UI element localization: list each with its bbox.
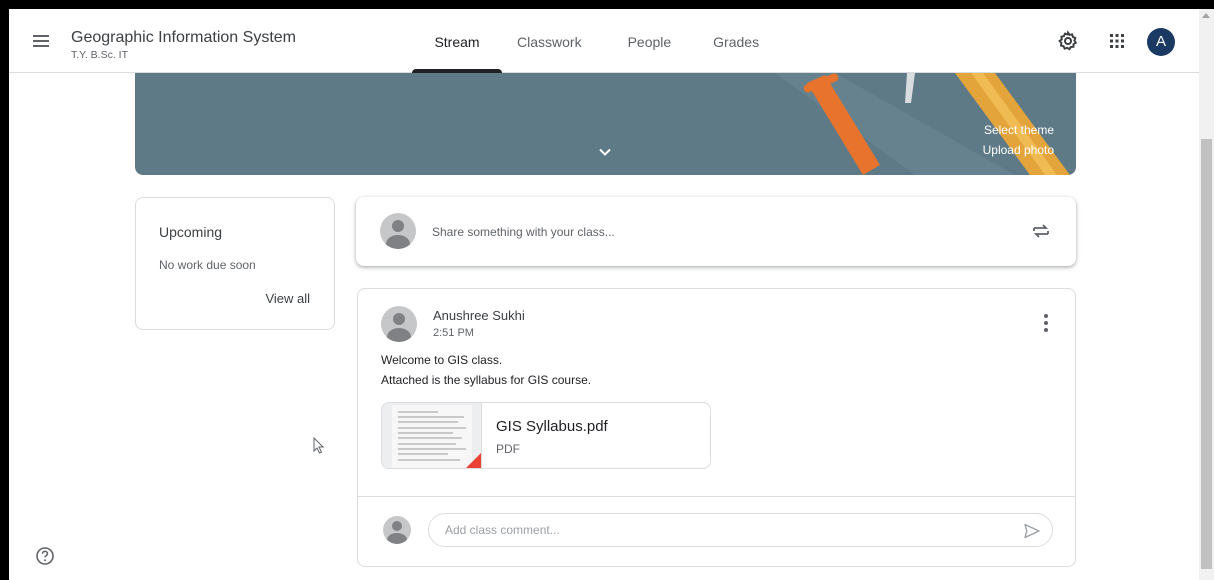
mouse-pointer-icon — [313, 437, 325, 454]
hamburger-menu-icon[interactable] — [29, 29, 53, 53]
upcoming-title: Upcoming — [159, 224, 223, 240]
upload-photo-link[interactable]: Upload photo — [983, 143, 1054, 157]
attachment-name: GIS Syllabus.pdf — [496, 418, 608, 435]
comment-box — [428, 513, 1053, 547]
share-placeholder: Share something with your class... — [432, 225, 615, 239]
post-text-line: Attached is the syllabus for GIS course. — [381, 373, 592, 387]
attachment-card[interactable]: GIS Syllabus.pdf PDF — [381, 402, 711, 469]
app-frame: Geographic Information System T.Y. B.Sc.… — [9, 9, 1214, 580]
select-theme-link[interactable]: Select theme — [984, 123, 1054, 137]
scroll-thumb[interactable] — [1201, 139, 1212, 569]
document-preview — [392, 405, 472, 468]
send-icon[interactable] — [1022, 521, 1042, 541]
share-announcement-box[interactable]: Share something with your class... — [356, 197, 1076, 266]
tab-grades[interactable]: Grades — [713, 9, 759, 73]
class-comment-input[interactable] — [445, 522, 1005, 538]
upcoming-card: Upcoming No work due soon View all — [135, 197, 335, 330]
commenter-avatar — [383, 516, 411, 544]
post-text-line: Welcome to GIS class. — [381, 353, 503, 367]
more-options-icon[interactable] — [1043, 314, 1049, 332]
post-author: Anushree Sukhi — [433, 308, 525, 323]
tab-people[interactable]: People — [628, 9, 672, 73]
class-tabs: Stream Classwork People Grades — [412, 9, 759, 73]
upcoming-empty-text: No work due soon — [159, 258, 256, 272]
help-icon[interactable] — [35, 546, 55, 566]
view-all-link[interactable]: View all — [265, 291, 310, 306]
pdf-thumbnail — [382, 403, 482, 468]
class-banner: Select theme Upload photo — [135, 73, 1076, 175]
chevron-down-icon[interactable] — [596, 143, 614, 161]
class-title[interactable]: Geographic Information System — [71, 29, 296, 47]
top-app-bar: Geographic Information System T.Y. B.Sc.… — [9, 9, 1199, 73]
scroll-up-arrow-icon[interactable] — [1202, 13, 1210, 18]
user-avatar — [380, 213, 416, 249]
tab-stream[interactable]: Stream — [412, 9, 502, 73]
attachment-type: PDF — [496, 442, 520, 456]
repost-icon[interactable] — [1030, 220, 1052, 242]
class-subtitle: T.Y. B.Sc. IT — [71, 49, 128, 61]
announcement-post: Anushree Sukhi 2:51 PM Welcome to GIS cl… — [357, 288, 1076, 567]
comment-divider — [358, 496, 1075, 497]
pdf-file-icon — [464, 452, 481, 468]
post-time: 2:51 PM — [433, 327, 474, 339]
page-scrollbar[interactable] — [1199, 9, 1214, 580]
author-avatar — [381, 306, 417, 342]
tab-classwork[interactable]: Classwork — [517, 9, 582, 73]
account-avatar[interactable]: A — [1147, 28, 1175, 56]
gear-icon[interactable] — [1056, 29, 1080, 53]
apps-grid-icon[interactable] — [1105, 29, 1129, 53]
